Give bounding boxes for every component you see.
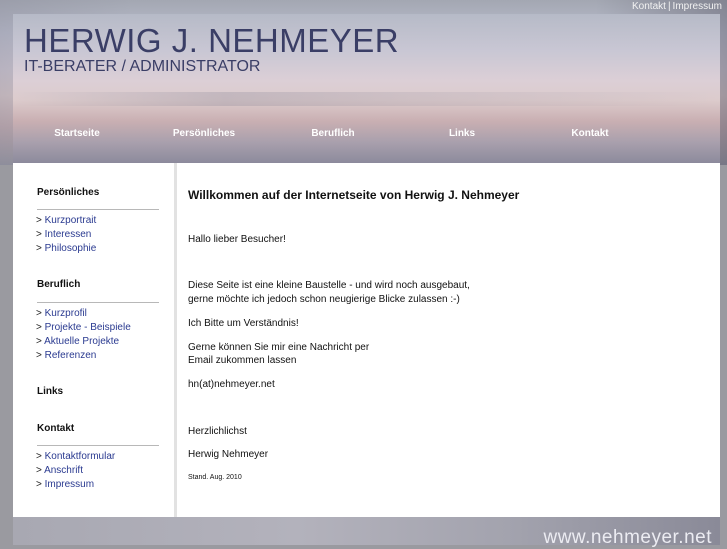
stand-date: Stand. Aug. 2010 xyxy=(188,474,242,481)
sidebar-item-referenzen[interactable]: > Referenzen xyxy=(36,349,96,362)
sidebar-item-prefix: > xyxy=(36,243,45,254)
sidebar-item-label: Kontaktformular xyxy=(44,451,116,462)
paragraph-1-line-2: gerne möchte ich jedoch schon neugierige… xyxy=(188,294,460,305)
sidebar-item-label: Impressum xyxy=(44,479,95,490)
sidebar-item-label: Interessen xyxy=(44,229,92,240)
sidebar-item-label: Kurzprofil xyxy=(44,308,87,319)
sidebar-item-prefix: > xyxy=(36,465,45,476)
sidebar-divider xyxy=(37,445,159,446)
site-header: HERWIG J. NEHMEYER IT-BERATER / ADMINIST… xyxy=(13,14,720,163)
nav-links[interactable]: Links xyxy=(402,126,522,142)
site-footer: www.nehmeyer.net xyxy=(13,517,720,548)
sidebar-item-kontaktformular[interactable]: > Kontaktformular xyxy=(36,450,115,463)
sidebar-item-anschrift[interactable]: > Anschrift xyxy=(36,464,83,477)
sidebar-item-interessen[interactable]: > Interessen xyxy=(36,228,91,241)
content-area: Willkommen auf der Internetseite von Her… xyxy=(188,163,708,517)
sidebar-item-prefix: > xyxy=(36,336,45,347)
sidebar-item-prefix: > xyxy=(36,322,45,333)
top-links: Kontakt | Impressum xyxy=(627,0,727,14)
sidebar-heading-beruflich[interactable]: Beruflich xyxy=(37,279,80,290)
nav-beruflich[interactable]: Beruflich xyxy=(273,126,393,142)
site-title: HERWIG J. NEHMEYER xyxy=(24,22,400,59)
sidebar-item-kurzportrait[interactable]: > Kurzportrait xyxy=(36,214,96,227)
nav-persoenliches[interactable]: Persönliches xyxy=(144,126,264,142)
top-link-separator: | xyxy=(667,1,671,12)
sidebar-item-label: Philosophie xyxy=(44,243,97,254)
sidebar-item-prefix: > xyxy=(36,229,45,240)
site-subtitle: IT-BERATER / ADMINISTRATOR xyxy=(24,58,261,75)
sidebar-heading-links[interactable]: Links xyxy=(37,386,63,397)
paragraph-1-line-1: Diese Seite ist eine kleine Baustelle - … xyxy=(188,280,470,291)
top-link-impressum[interactable]: Impressum xyxy=(673,0,722,14)
paragraph-3-line-2: Email zukommen lassen xyxy=(188,355,297,366)
sidebar-item-philosophie[interactable]: > Philosophie xyxy=(36,242,96,255)
sidebar-item-prefix: > xyxy=(36,350,45,361)
sidebar-item-kurzprofil[interactable]: > Kurzprofil xyxy=(36,307,87,320)
sidebar-item-prefix: > xyxy=(36,479,45,490)
sidebar-heading-persoenliches[interactable]: Persönliches xyxy=(37,187,99,198)
sidebar-item-label: Kurzportrait xyxy=(44,215,97,226)
top-link-kontakt[interactable]: Kontakt xyxy=(632,0,666,14)
sidebar-item-aktuelle-projekte[interactable]: > Aktuelle Projekte xyxy=(36,335,119,348)
main-area: Persönliches > Kurzportrait > Interessen… xyxy=(13,163,720,517)
main-nav: Startseite Persönliches Beruflich Links … xyxy=(13,126,720,142)
nav-startseite[interactable]: Startseite xyxy=(17,126,137,142)
sidebar-item-label: Anschrift xyxy=(44,465,83,476)
sidebar-item-prefix: > xyxy=(36,451,45,462)
sidebar-heading-kontakt[interactable]: Kontakt xyxy=(37,423,74,434)
sidebar-item-label: Aktuelle Projekte xyxy=(44,336,120,347)
sidebar: Persönliches > Kurzportrait > Interessen… xyxy=(13,163,177,517)
sidebar-item-impressum[interactable]: > Impressum xyxy=(36,478,94,491)
sidebar-item-prefix: > xyxy=(36,215,45,226)
sidebar-item-label: Projekte - Beispiele xyxy=(44,322,131,333)
sidebar-item-label: Referenzen xyxy=(44,350,97,361)
email-text: hn(at)nehmeyer.net xyxy=(188,379,275,390)
signature-text: Herwig Nehmeyer xyxy=(188,449,269,460)
nav-kontakt[interactable]: Kontakt xyxy=(530,126,650,142)
greeting-text: Hallo lieber Besucher! xyxy=(188,234,286,245)
sidebar-divider xyxy=(37,209,159,210)
sidebar-item-projekte-beispiele[interactable]: > Projekte - Beispiele xyxy=(36,321,131,334)
closing-text: Herzlichlichst xyxy=(188,426,247,437)
sidebar-divider xyxy=(37,302,159,303)
sidebar-item-prefix: > xyxy=(36,308,45,319)
page-title: Willkommen auf der Internetseite von Her… xyxy=(188,188,520,202)
footer-url: www.nehmeyer.net xyxy=(543,527,712,548)
paragraph-2: Ich Bitte um Verständnis! xyxy=(188,318,299,329)
paragraph-3-line-1: Gerne können Sie mir eine Nachricht per xyxy=(188,342,370,353)
